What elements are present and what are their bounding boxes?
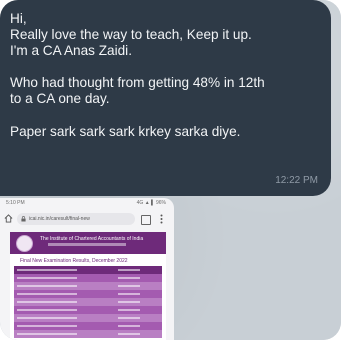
tabs-icon (141, 215, 151, 225)
icai-logo (16, 235, 33, 252)
results-title: Final New Examination Results, December … (20, 258, 128, 264)
table-row (14, 330, 162, 338)
institute-name: The Institute of Chartered Accountants o… (40, 236, 144, 242)
url-text: icai.nic.in/caresult/final-new (29, 216, 90, 222)
chat-screen: Hi, Really love the way to teach, Keep i… (0, 0, 341, 340)
icai-header: The Institute of Chartered Accountants o… (10, 232, 166, 254)
lock-icon (21, 216, 26, 222)
home-icon (4, 214, 13, 223)
table-header-row (14, 266, 162, 274)
phone-status-bar: 5:10 PM 4G ▲ ▌ 96% (0, 198, 174, 208)
message-bubble[interactable]: Hi, Really love the way to teach, Keep i… (0, 0, 331, 196)
status-indicators: 4G ▲ ▌ 96% (136, 200, 166, 206)
message-line-3: I'm a CA Anas Zaidi. (10, 43, 132, 58)
table-row (14, 314, 162, 322)
message-line-4: Who had thought from getting 48% in 12th (10, 75, 265, 90)
message-line-6: Paper sark sark sark krkey sarka diye. (10, 124, 241, 139)
attached-screenshot[interactable]: 5:10 PM 4G ▲ ▌ 96% icai.nic.in/caresult/… (0, 198, 174, 340)
table-row (14, 290, 162, 298)
message-timestamp: 12:22 PM (275, 175, 318, 186)
more-options-icon (160, 214, 163, 224)
status-time: 5:10 PM (6, 200, 25, 206)
table-row (14, 274, 162, 282)
message-line-5: to a CA one day. (10, 91, 110, 106)
message-line-1: Hi, (10, 11, 27, 26)
message-line-2: Really love the way to teach, Keep it up… (10, 27, 252, 42)
address-field: icai.nic.in/caresult/final-new (17, 213, 135, 225)
table-row (14, 322, 162, 330)
institute-subtitle-bar (48, 243, 126, 246)
results-webpage: The Institute of Chartered Accountants o… (10, 232, 166, 340)
table-row (14, 306, 162, 314)
table-row (14, 298, 162, 306)
browser-url-bar: icai.nic.in/caresult/final-new (0, 211, 174, 227)
results-table (14, 266, 162, 338)
table-row (14, 282, 162, 290)
